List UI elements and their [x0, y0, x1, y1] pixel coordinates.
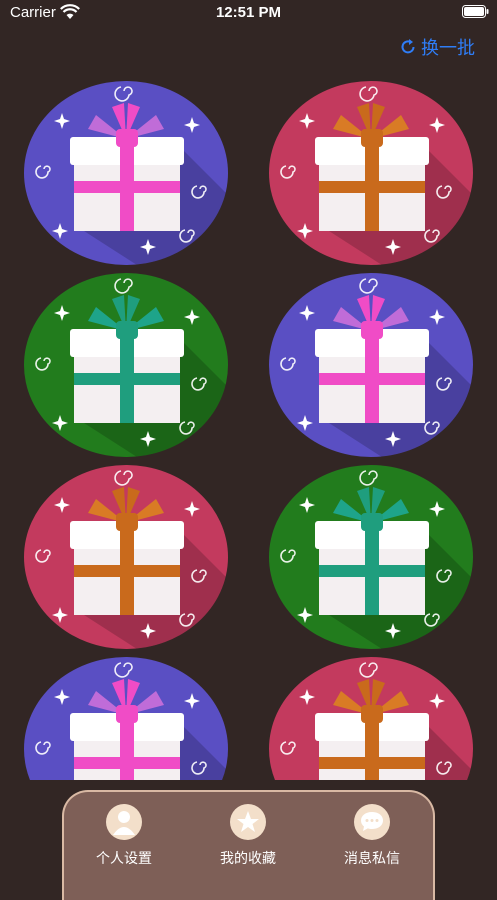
tab-my-favorites[interactable]: 我的收藏: [188, 804, 308, 868]
tab-bar: 个人设置 我的收藏 消息私信: [62, 790, 435, 900]
gift-grid: [0, 0, 497, 780]
gift-item[interactable]: [24, 657, 228, 780]
gift-badge-icon: [269, 81, 473, 265]
gift-badge-icon: [24, 657, 228, 780]
chat-icon: [354, 804, 390, 840]
star-icon: [230, 804, 266, 840]
gift-badge-icon: [24, 273, 228, 457]
gift-badge-icon: [269, 657, 473, 780]
gift-item[interactable]: [269, 657, 473, 780]
gift-item[interactable]: [24, 273, 228, 457]
gift-item[interactable]: [24, 465, 228, 649]
user-icon: [106, 804, 142, 840]
tab-messages[interactable]: 消息私信: [312, 804, 432, 868]
gift-badge-icon: [24, 81, 228, 265]
gift-badge-icon: [269, 465, 473, 649]
tab-personal-settings[interactable]: 个人设置: [64, 804, 184, 868]
tab-label: 我的收藏: [220, 850, 276, 866]
tab-label: 消息私信: [344, 850, 400, 866]
gift-item[interactable]: [269, 273, 473, 457]
gift-item[interactable]: [24, 81, 228, 265]
tab-label: 个人设置: [96, 850, 152, 866]
gift-item[interactable]: [269, 465, 473, 649]
gift-badge-icon: [269, 273, 473, 457]
gift-badge-icon: [24, 465, 228, 649]
gift-item[interactable]: [269, 81, 473, 265]
